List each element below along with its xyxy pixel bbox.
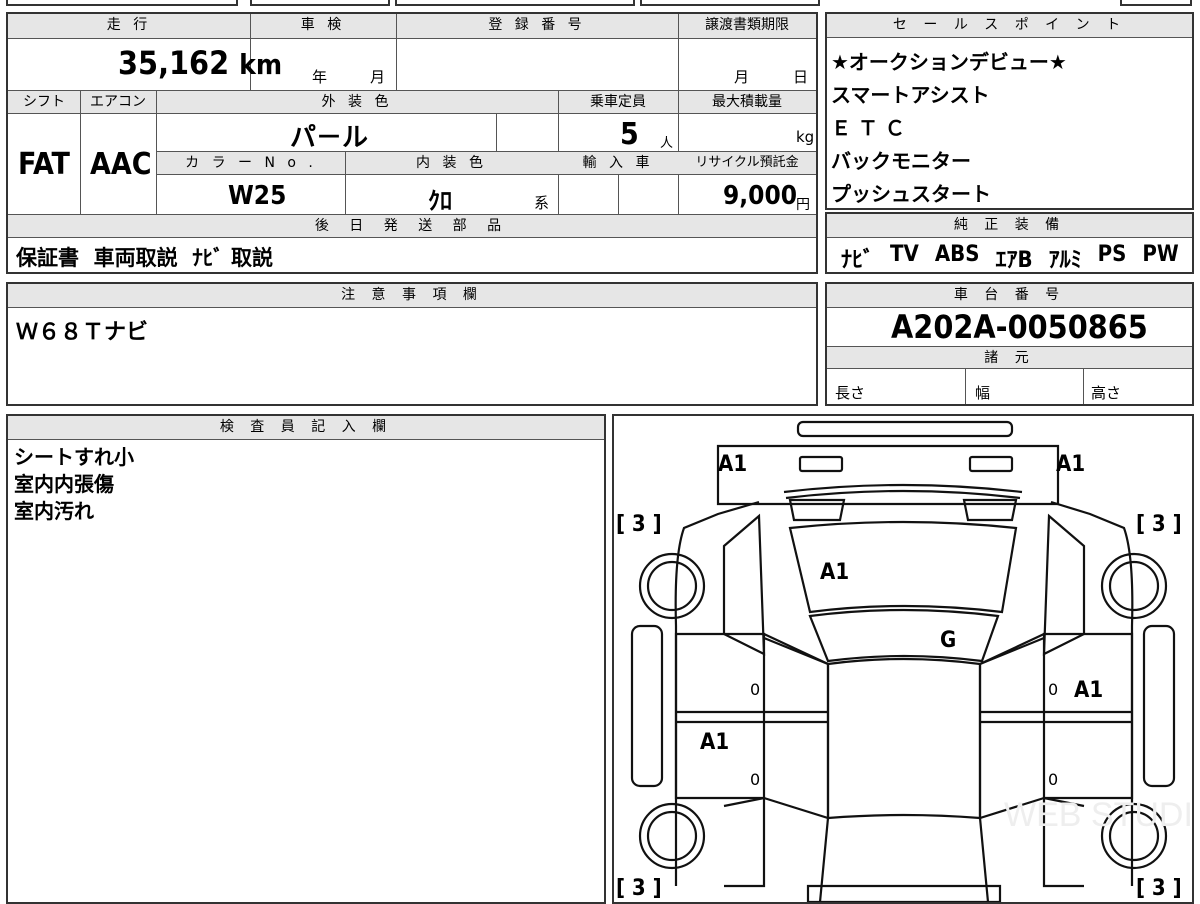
equipment-item: PS [1097,242,1127,267]
chassis-label: 車 台 番 号 [827,284,1192,308]
shift-value: FAT [18,147,70,182]
max-load-label: 最大積載量 [678,91,816,113]
sales-point-item: プッシュスタート [831,182,991,206]
later-parts-value: 保証書 車両取説 ﾅﾋﾞ 取説 [16,246,274,270]
odometer-value: 35,162 [118,44,230,82]
spec-length: 長さ [835,384,866,402]
aircon-label: エアコン [80,91,156,113]
interior-color-value: ｸﾛ [428,187,452,215]
zero-mark: 0 [750,680,761,699]
notes-value: Ｗ６８Ｔナビ [16,320,149,345]
mark-front-right: A1 [1056,452,1086,477]
sales-point-item: バックモニター [831,149,971,173]
sales-points-label: セ ー ル ス ポ イ ン ト [827,14,1192,38]
capacity-value: 5 [620,117,639,152]
inspection-month-unit: 月 [370,68,386,86]
chassis-value: A202A-0050865 [891,308,1148,346]
transfer-deadline-label: 譲渡書類期限 [678,14,816,38]
spec-width: 幅 [975,384,991,402]
chassis-box: 車 台 番 号 A202A-0050865 諸 元 長さ 幅 高さ [825,282,1194,406]
equipment-item: ﾅﾋﾞ [841,248,875,273]
zero-mark: 0 [750,770,761,789]
sales-points-box: セ ー ル ス ポ イ ン ト ★オークションデビュー★ スマートアシスト Ｅ … [825,12,1194,210]
shift-label: シフト [8,91,80,113]
transfer-month-unit: 月 [734,68,750,86]
sales-point-item: Ｅ Ｔ Ｃ [831,116,905,140]
notes-label: 注 意 事 項 欄 [8,284,816,308]
vehicle-spec-table: 走 行 車 検 登 録 番 号 譲渡書類期限 35,162 km 年 月 月 日… [6,12,818,274]
equipment-item: TV [890,242,919,267]
capacity-unit: 人 [660,136,674,151]
inspection-label: 車 検 [250,14,396,38]
color-no-label: カ ラ ー N o . [157,152,345,174]
tire-rr-mark: [ 3 ] [1136,876,1182,901]
import-label: 輸 入 車 [558,152,678,174]
color-no-value: W25 [228,181,287,211]
odometer-unit: km [239,48,283,81]
tire-fr-mark: [ 3 ] [1136,512,1182,537]
inspector-box: 検 査 員 記 入 欄 シートすれ小 室内内張傷 室内汚れ [6,414,606,904]
odometer-label: 走 行 [8,14,250,38]
tire-fl-mark: [ 3 ] [616,512,662,537]
tire-rl-mark: [ 3 ] [616,876,662,901]
exterior-color-value: パ－ル [290,123,369,153]
specs-label: 諸 元 [827,347,1192,369]
recycle-value: 9,000 [723,181,797,211]
recycle-label: リサイクル預託金 [678,152,816,174]
transfer-day-unit: 日 [793,68,809,86]
mark-left-rear-door: A1 [700,730,730,755]
mark-roof: G [940,628,957,653]
interior-color-label: 内 装 色 [345,152,558,174]
recycle-unit: 円 [796,197,810,213]
sales-point-item: スマートアシスト [831,83,990,107]
mark-right-front-door: A1 [1074,678,1104,703]
registration-label: 登 録 番 号 [396,14,678,38]
notes-box: 注 意 事 項 欄 Ｗ６８Ｔナビ [6,282,818,406]
genuine-equipment-box: 純 正 装 備 ﾅﾋﾞ TV ABS ｴｱB ｱﾙﾐ PS PW [825,212,1194,274]
equipment-item: ｱﾙﾐ [1048,248,1082,273]
inspector-line: 室内内張傷 [14,472,114,496]
interior-color-unit: 系 [534,194,550,212]
mark-front-left: A1 [718,452,748,477]
max-load-unit: kg [796,128,815,146]
genuine-equipment-label: 純 正 装 備 [827,214,1192,238]
car-outline: WEB STUDIO PRO [630,420,1192,902]
equipment-item: ABS [934,242,980,267]
exterior-color-label: 外 装 色 [156,91,558,113]
mark-hood: A1 [820,560,850,585]
car-diagram: WEB STUDIO PRO A1 A1 A1 G A1 A1 0 0 0 0 … [612,414,1194,904]
aircon-value: AAC [90,147,152,182]
equipment-item: PW [1142,242,1179,267]
inspector-label: 検 査 員 記 入 欄 [8,416,604,440]
equipment-item: ｴｱB [995,248,1033,273]
watermark: WEB STUDIO PRO [1004,796,1192,834]
inspector-line: 室内汚れ [14,499,94,523]
zero-mark: 0 [1048,680,1059,699]
later-parts-label: 後 日 発 送 部 品 [8,215,816,237]
zero-mark: 0 [1048,770,1059,789]
inspection-year-unit: 年 [312,68,328,86]
inspector-line: シートすれ小 [14,445,134,469]
capacity-label: 乗車定員 [558,91,678,113]
spec-height: 高さ [1091,384,1122,402]
top-strip [0,0,1200,8]
sales-point-item: ★オークションデビュー★ [831,50,1067,74]
